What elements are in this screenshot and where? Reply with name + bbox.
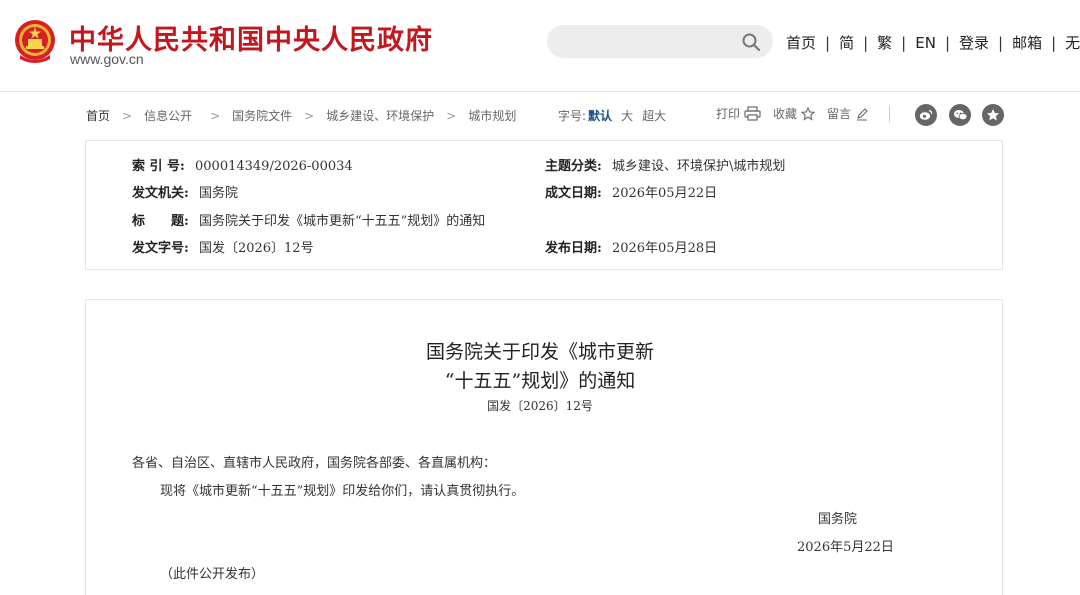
document-title-line1: 国务院关于印发《城市更新 bbox=[425, 341, 654, 363]
meta-issuer: 发文机关: 国务院 bbox=[132, 182, 238, 201]
document-number: 国发〔2026〕12号 bbox=[487, 399, 593, 413]
meta-issuer-label: 发文机关: bbox=[132, 186, 189, 201]
meta-doc-number: 发文字号: 国发〔2026〕12号 bbox=[132, 237, 314, 256]
favorite-button[interactable]: 收藏 bbox=[773, 105, 816, 122]
document-publish-note: （此件公开发布） bbox=[160, 567, 265, 582]
qzone-icon[interactable] bbox=[982, 104, 1004, 126]
meta-category: 主题分类: 城乡建设、环境保护\城市规划 bbox=[545, 155, 785, 174]
meta-docno-value: 国发〔2026〕12号 bbox=[198, 241, 314, 256]
breadcrumb-urban-rural[interactable]: 城乡建设、环境保护 bbox=[326, 107, 434, 124]
breadcrumb: 首页 > 信息公开 > 国务院文件 > 城乡建设、环境保护 > 城市规划 bbox=[86, 107, 516, 124]
favorite-label: 收藏 bbox=[773, 107, 798, 121]
nav-simplified[interactable]: 简 bbox=[839, 32, 854, 53]
chevron-right-icon: > bbox=[446, 108, 457, 123]
article-tools: 打印 收藏 留言 bbox=[716, 105, 881, 122]
chevron-right-icon: > bbox=[122, 108, 133, 123]
meta-published-value: 2026年05月28日 bbox=[611, 241, 718, 256]
document-date: 2026年5月22日 bbox=[797, 540, 894, 555]
print-label: 打印 bbox=[716, 107, 741, 121]
nav-traditional[interactable]: 繁 bbox=[877, 32, 892, 53]
meta-title-value: 国务院关于印发《城市更新“十五五”规划》的通知 bbox=[198, 214, 486, 229]
meta-category-label: 主题分类: bbox=[545, 159, 602, 174]
meta-index: 索 引 号: 000014349/2026-00034 bbox=[132, 155, 353, 174]
font-size-label: 字号: bbox=[558, 109, 587, 123]
meta-title-label: 标 题: bbox=[132, 214, 189, 229]
nav-home[interactable]: 首页 bbox=[786, 32, 816, 53]
meta-title: 标 题: 国务院关于印发《城市更新“十五五”规划》的通知 bbox=[132, 210, 485, 229]
breadcrumb-urban-planning[interactable]: 城市规划 bbox=[468, 107, 516, 124]
meta-written-value: 2026年05月22日 bbox=[611, 186, 718, 201]
star-icon bbox=[801, 106, 816, 121]
breadcrumb-home[interactable]: 首页 bbox=[86, 107, 110, 124]
pencil-icon bbox=[857, 107, 868, 120]
chevron-right-icon: > bbox=[210, 108, 221, 123]
nav-mailbox[interactable]: 邮箱 bbox=[1012, 32, 1042, 53]
search-icon[interactable] bbox=[741, 32, 761, 52]
chevron-right-icon: > bbox=[304, 108, 315, 123]
breadcrumb-info-public[interactable]: 信息公开 bbox=[144, 107, 192, 124]
meta-category-value: 城乡建设、环境保护\城市规划 bbox=[611, 159, 786, 174]
meta-written-label: 成文日期: bbox=[545, 186, 602, 201]
divider bbox=[889, 106, 890, 122]
print-button[interactable]: 打印 bbox=[716, 105, 761, 122]
site-header: 中华人民共和国中央人民政府 www.gov.cn 首页 | 简 | 繁 | EN | 登… bbox=[0, 0, 1080, 92]
document-title-line2: “十五五”规划》的通知 bbox=[444, 370, 636, 392]
font-size-selector: 字号: 默认 大 超大 bbox=[558, 107, 666, 124]
meta-written-date: 成文日期: 2026年05月22日 bbox=[545, 182, 717, 201]
document-signature: 国务院 bbox=[818, 512, 858, 527]
meta-published-date: 发布日期: 2026年05月28日 bbox=[545, 237, 717, 256]
comment-button[interactable]: 留言 bbox=[827, 105, 869, 122]
national-emblem-icon[interactable] bbox=[14, 19, 56, 65]
wechat-icon[interactable] bbox=[949, 104, 971, 126]
nav-english[interactable]: EN bbox=[915, 34, 936, 52]
breadcrumb-state-council-docs[interactable]: 国务院文件 bbox=[232, 107, 292, 124]
font-size-xlarge[interactable]: 超大 bbox=[642, 107, 666, 124]
weibo-icon[interactable] bbox=[915, 104, 937, 126]
document-body: 现将《城市更新“十五五”规划》印发给你们，请认真贯彻执行。 bbox=[160, 484, 525, 499]
printer-icon bbox=[744, 106, 761, 121]
meta-index-value: 000014349/2026-00034 bbox=[195, 159, 353, 174]
nav-login[interactable]: 登录 bbox=[959, 32, 989, 53]
search-input[interactable] bbox=[547, 25, 773, 58]
font-size-large[interactable]: 大 bbox=[621, 107, 633, 124]
comment-label: 留言 bbox=[827, 107, 852, 121]
meta-docno-label: 发文字号: bbox=[132, 241, 189, 256]
document-addressees: 各省、自治区、直辖市人民政府，国务院各部委、各直属机构： bbox=[132, 456, 497, 471]
meta-published-label: 发布日期: bbox=[545, 241, 602, 256]
font-size-default[interactable]: 默认 bbox=[588, 107, 612, 124]
top-nav: 首页| 简| 繁| EN| 登录| 邮箱| 无障碍 bbox=[786, 32, 1080, 53]
site-url[interactable]: www.gov.cn bbox=[70, 51, 144, 67]
nav-accessibility[interactable]: 无障碍 bbox=[1065, 32, 1080, 53]
meta-issuer-value: 国务院 bbox=[198, 186, 238, 201]
meta-index-label: 索 引 号: bbox=[132, 159, 185, 174]
